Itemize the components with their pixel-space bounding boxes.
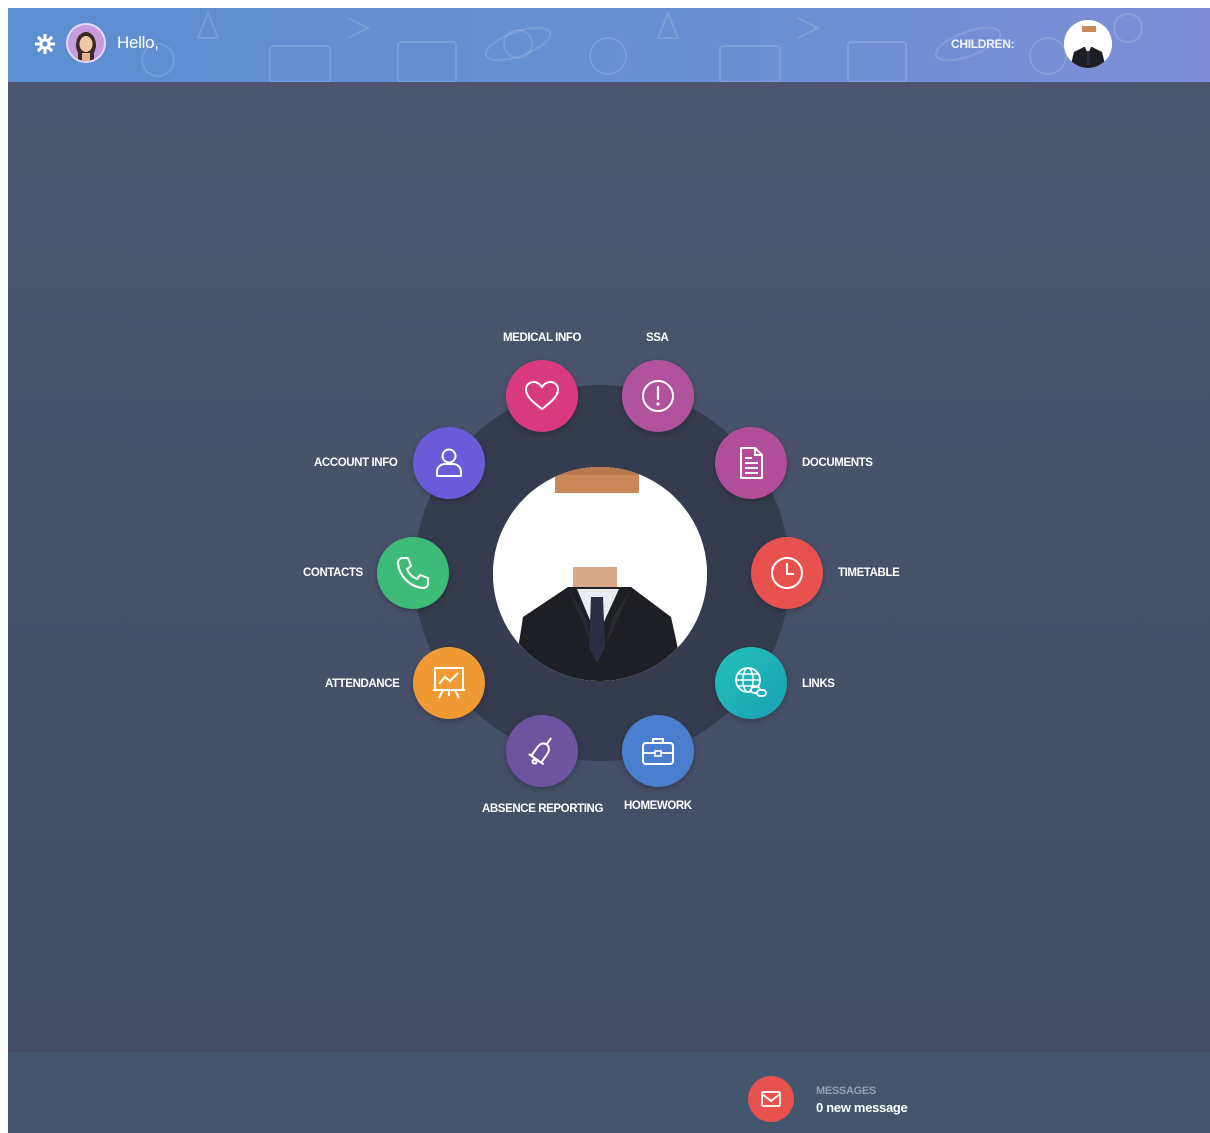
medical-info-button[interactable] xyxy=(506,360,578,432)
timetable-button[interactable] xyxy=(751,537,823,609)
links-label[interactable]: LINKS xyxy=(802,678,835,690)
absence-reporting-button[interactable] xyxy=(506,715,578,787)
child-avatar-illustration xyxy=(1064,20,1112,68)
account-info-label[interactable]: ACCOUNT INFO xyxy=(314,457,398,469)
envelope-icon xyxy=(761,1091,781,1107)
attendance-button[interactable] xyxy=(413,647,485,719)
attendance-label[interactable]: ATTENDANCE xyxy=(325,678,400,690)
child-profile-photo xyxy=(493,467,707,681)
children-label: CHILDREN: xyxy=(951,37,1015,51)
ssa-button[interactable] xyxy=(622,360,694,432)
documents-button[interactable] xyxy=(715,427,787,499)
user-avatar-illustration xyxy=(76,32,96,61)
presentation-chart-icon xyxy=(433,667,465,699)
globe-link-icon xyxy=(735,667,767,697)
absence-reporting-label[interactable]: ABSENCE REPORTING xyxy=(482,803,603,815)
links-button[interactable] xyxy=(715,647,787,719)
exclamation-circle-icon xyxy=(642,380,674,412)
app-frame: Hello, CHILDREN: MEDICAL INFO SSA DOCUME… xyxy=(8,8,1210,1133)
homework-button[interactable] xyxy=(622,715,694,787)
greeting-text: Hello, xyxy=(117,33,159,52)
messages-count[interactable]: 0 new message xyxy=(816,1100,908,1115)
contacts-label[interactable]: CONTACTS xyxy=(303,567,363,579)
phone-icon xyxy=(397,557,429,589)
messages-title[interactable]: MESSAGES xyxy=(816,1085,876,1097)
medical-info-label[interactable]: MEDICAL INFO xyxy=(503,332,581,344)
account-info-button[interactable] xyxy=(413,427,485,499)
homework-label[interactable]: HOMEWORK xyxy=(624,800,692,812)
messages-button[interactable] xyxy=(748,1076,794,1122)
bell-icon xyxy=(528,737,552,766)
heart-icon xyxy=(524,380,560,411)
ssa-label[interactable]: SSA xyxy=(646,332,669,344)
top-bar: Hello, CHILDREN: xyxy=(8,8,1210,82)
briefcase-icon xyxy=(642,738,674,765)
messages-footer: MESSAGES 0 new message xyxy=(8,1052,1210,1133)
contacts-button[interactable] xyxy=(377,537,449,609)
timetable-label[interactable]: TIMETABLE xyxy=(838,567,900,579)
clock-icon xyxy=(771,557,803,589)
child-avatar[interactable] xyxy=(1064,20,1112,68)
settings-gear-icon[interactable] xyxy=(34,33,56,55)
child-profile-illustration xyxy=(493,467,707,681)
header-doodle-pattern xyxy=(141,10,1143,82)
document-icon xyxy=(740,447,763,479)
documents-label[interactable]: DOCUMENTS xyxy=(802,457,873,469)
user-icon xyxy=(436,448,462,477)
user-avatar[interactable] xyxy=(66,23,106,63)
